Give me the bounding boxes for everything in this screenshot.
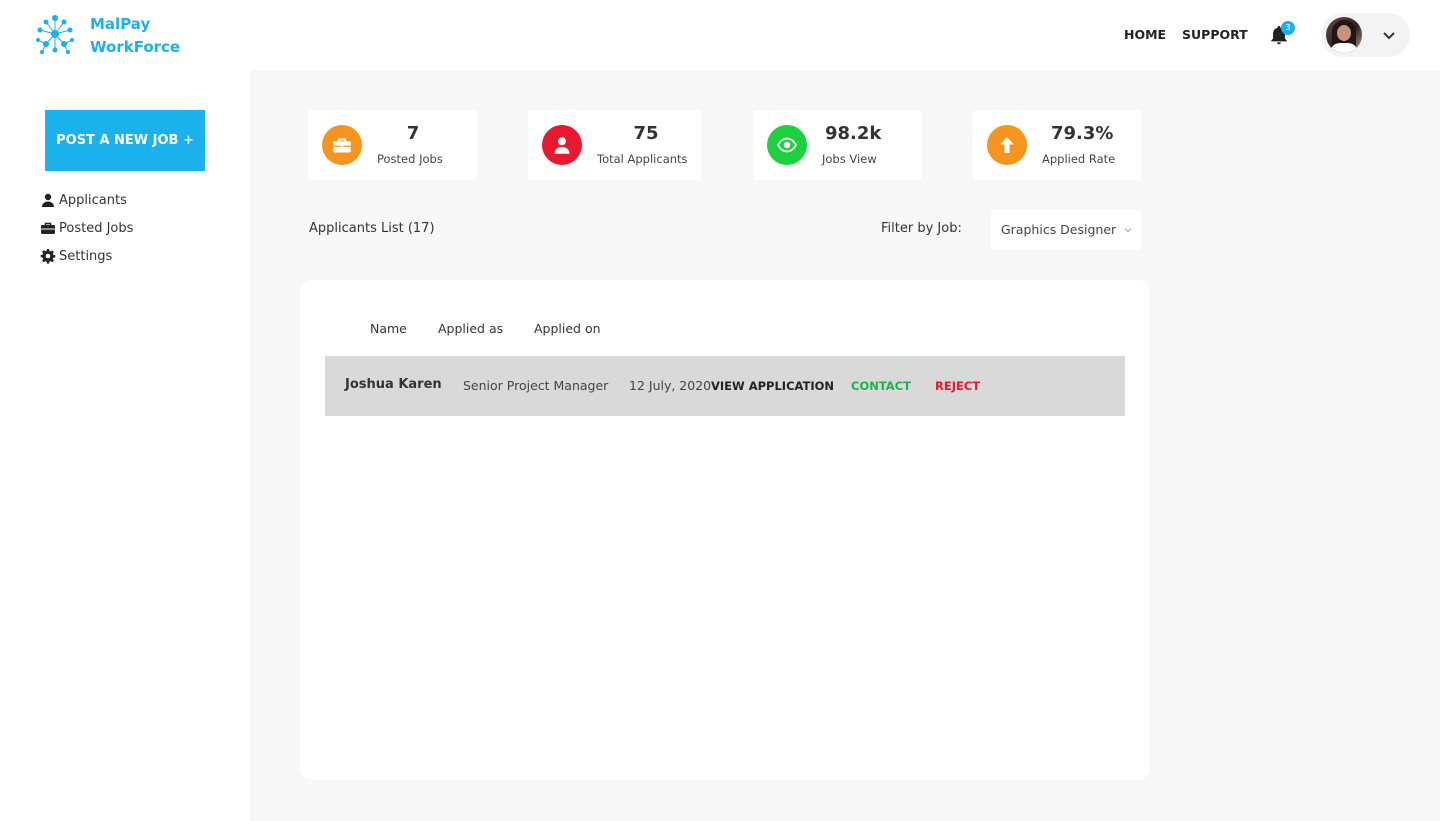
stat-label: Jobs View xyxy=(822,152,877,166)
chevron-down-icon xyxy=(1124,228,1132,233)
stat-label: Total Applicants xyxy=(597,152,688,166)
job-filter-value: Graphics Designer xyxy=(1001,222,1117,237)
stat-label: Posted Jobs xyxy=(377,152,443,166)
logo-icon xyxy=(36,15,74,54)
chevron-down-icon xyxy=(1383,32,1395,40)
brand-name[interactable]: MalPay WorkForce xyxy=(90,13,180,59)
brand-line-2: WorkForce xyxy=(90,38,181,56)
stat-value: 98.2k xyxy=(825,123,882,144)
sidebar-item-applicants[interactable]: Applicants xyxy=(40,192,127,208)
sidebar-item-label: Settings xyxy=(59,248,113,264)
sidebar-item-settings[interactable]: Settings xyxy=(40,248,112,264)
contact-button[interactable]: CONTACT xyxy=(851,379,911,393)
stat-card-posted-jobs: 7 Posted Jobs xyxy=(308,110,477,180)
applicants-table-card: Name Applied as Applied on Joshua Karen … xyxy=(300,280,1150,780)
gear-icon xyxy=(40,249,56,264)
stat-card-total-applicants: 75 Total Applicants xyxy=(528,110,702,180)
stat-value: 79.3% xyxy=(1051,123,1114,144)
column-header-applied-on: Applied on xyxy=(534,321,601,336)
eye-icon xyxy=(777,137,797,153)
stat-icon-circle xyxy=(987,125,1027,165)
person-icon xyxy=(554,137,570,154)
table-row: Joshua Karen Senior Project Manager 12 J… xyxy=(325,356,1125,416)
sidebar-item-label: Posted Jobs xyxy=(59,220,134,236)
sidebar-item-posted-jobs[interactable]: Posted Jobs xyxy=(40,220,133,236)
profile-menu[interactable] xyxy=(1321,13,1410,57)
sidebar: POST A NEW JOB + Applicants Posted Jobs … xyxy=(0,70,250,821)
avatar xyxy=(1326,17,1362,53)
applicant-applied-as: Senior Project Manager xyxy=(463,378,609,393)
job-filter-select[interactable]: Graphics Designer xyxy=(991,210,1141,250)
column-header-applied-as: Applied as xyxy=(438,321,504,336)
nav-support-link[interactable]: SUPPORT xyxy=(1182,27,1248,42)
post-new-job-button[interactable]: POST A NEW JOB + xyxy=(45,110,205,171)
column-header-name: Name xyxy=(370,321,407,336)
stat-icon-circle xyxy=(767,125,807,165)
stat-card-applied-rate: 79.3% Applied Rate xyxy=(973,110,1142,180)
filter-label: Filter by Job: xyxy=(881,221,962,236)
applicants-list-title: Applicants List (17) xyxy=(309,221,435,236)
applicant-name: Joshua Karen xyxy=(345,377,442,392)
stat-value: 7 xyxy=(406,123,420,144)
applicant-applied-on: 12 July, 2020 xyxy=(629,378,712,393)
briefcase-icon xyxy=(333,138,351,153)
person-icon xyxy=(42,193,54,207)
stat-icon-circle xyxy=(322,125,362,165)
notification-count-badge: 3 xyxy=(1281,21,1295,35)
view-application-button[interactable]: VIEW APPLICATION xyxy=(711,379,834,393)
brand-line-1: MalPay xyxy=(90,15,151,33)
stat-label: Applied Rate xyxy=(1042,152,1116,166)
arrow-up-icon xyxy=(1000,137,1014,153)
top-header: MalPay WorkForce HOME SUPPORT 3 xyxy=(0,0,1440,70)
stat-icon-circle xyxy=(542,125,582,165)
stat-value: 75 xyxy=(633,123,659,144)
briefcase-icon xyxy=(41,222,55,234)
stat-card-jobs-view: 98.2k Jobs View xyxy=(753,110,922,180)
reject-button[interactable]: REJECT xyxy=(935,379,980,393)
sidebar-item-label: Applicants xyxy=(59,192,127,208)
nav-home-link[interactable]: HOME xyxy=(1124,27,1166,42)
main-content: 7 Posted Jobs 75 Total Applicants 98.2k … xyxy=(250,70,1440,821)
